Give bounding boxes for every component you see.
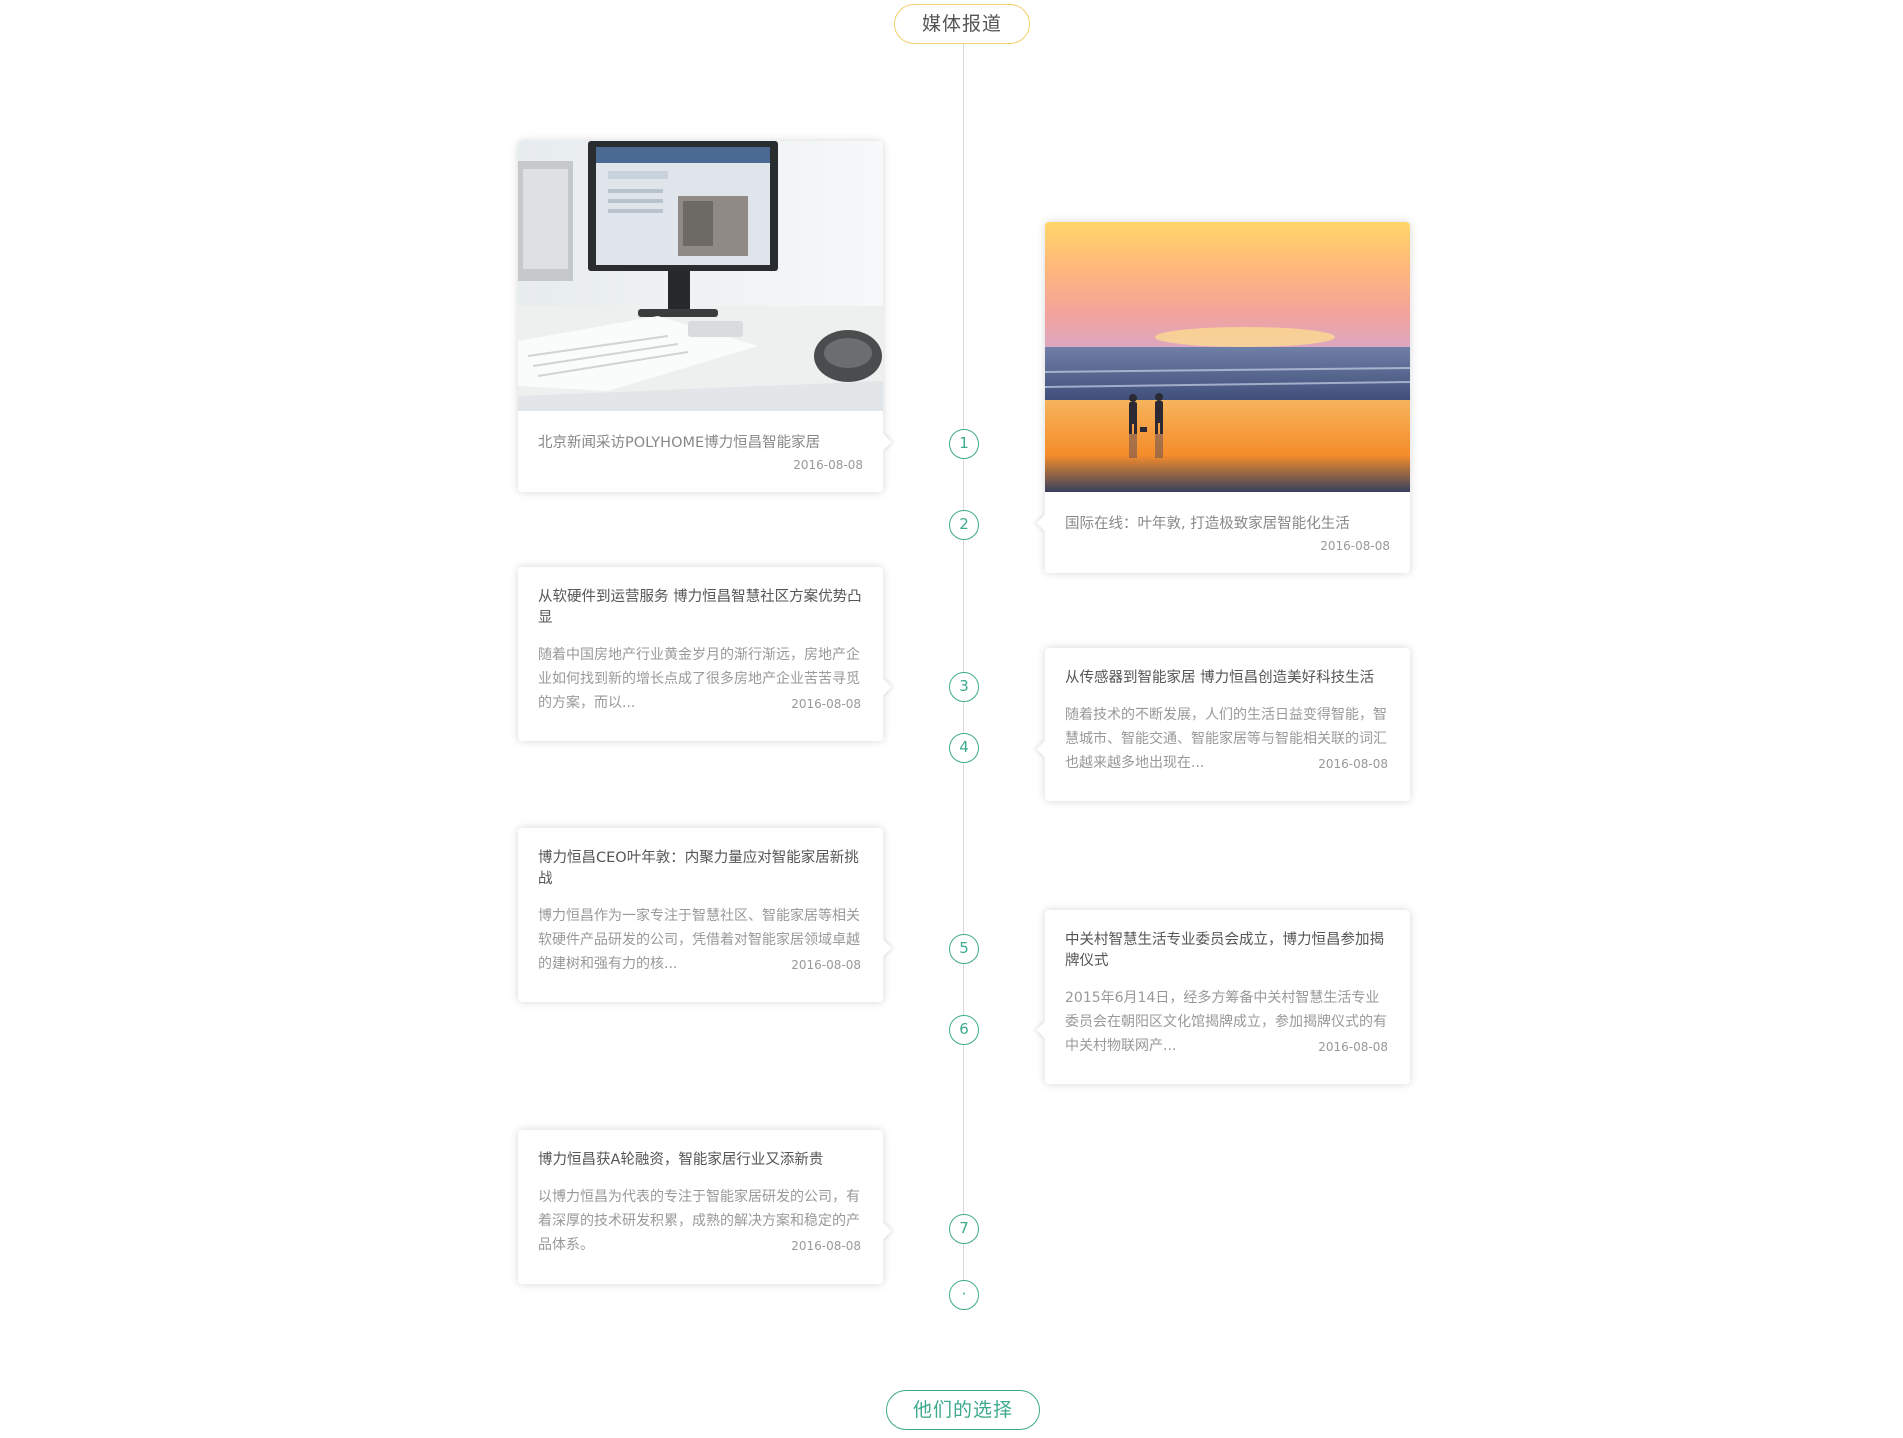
timeline-marker-7[interactable]: 7 xyxy=(949,1214,979,1244)
article-title[interactable]: 国际在线：叶年敦, 打造极致家居智能化生活 xyxy=(1065,514,1390,535)
article-date: 2016-08-08 xyxy=(1320,539,1390,553)
article-title[interactable]: 博力恒昌CEO叶年敦：内聚力量应对智能家居新挑战 xyxy=(538,848,863,890)
timeline-marker-end[interactable]: · xyxy=(949,1280,979,1310)
article-title[interactable]: 博力恒昌获A轮融资，智能家居行业又添新贵 xyxy=(538,1150,863,1171)
article-card-2[interactable]: 国际在线：叶年敦, 打造极致家居智能化生活 2016-08-08 xyxy=(1045,222,1410,573)
article-date: 2016-08-08 xyxy=(1318,1040,1388,1054)
article-card-3[interactable]: 从软硬件到运营服务 博力恒昌智慧社区方案优势凸显 随着中国房地产行业黄金岁月的渐… xyxy=(518,567,883,741)
article-card-4[interactable]: 从传感器到智能家居 博力恒昌创造美好科技生活 随着技术的不断发展，人们的生活日益… xyxy=(1045,648,1410,801)
timeline-marker-2[interactable]: 2 xyxy=(949,510,979,540)
article-date: 2016-08-08 xyxy=(791,1239,861,1253)
article-date: 2016-08-08 xyxy=(791,697,861,711)
article-card-1[interactable]: 北京新闻采访POLYHOME博力恒昌智能家居 2016-08-08 xyxy=(518,141,883,492)
article-date: 2016-08-08 xyxy=(791,958,861,972)
timeline-marker-6[interactable]: 6 xyxy=(949,1015,979,1045)
timeline-marker-3[interactable]: 3 xyxy=(949,672,979,702)
article-title[interactable]: 从软硬件到运营服务 博力恒昌智慧社区方案优势凸显 xyxy=(538,587,863,629)
section-title-media-reports: 媒体报道 xyxy=(894,4,1030,44)
article-title[interactable]: 从传感器到智能家居 博力恒昌创造美好科技生活 xyxy=(1065,668,1390,689)
article-card-7[interactable]: 博力恒昌获A轮融资，智能家居行业又添新贵 以博力恒昌为代表的专注于智能家居研发的… xyxy=(518,1130,883,1284)
article-date: 2016-08-08 xyxy=(793,458,863,472)
their-choice-button[interactable]: 他们的选择 xyxy=(886,1390,1040,1430)
timeline-marker-5[interactable]: 5 xyxy=(949,934,979,964)
article-title[interactable]: 北京新闻采访POLYHOME博力恒昌智能家居 xyxy=(538,433,863,454)
timeline-line xyxy=(963,40,964,1295)
article-title[interactable]: 中关村智慧生活专业委员会成立，博力恒昌参加揭牌仪式 xyxy=(1065,930,1390,972)
beach-sunset-photo xyxy=(1045,222,1410,492)
timeline-marker-4[interactable]: 4 xyxy=(949,733,979,763)
timeline-marker-1[interactable]: 1 xyxy=(949,429,979,459)
office-desk-monitor-photo xyxy=(518,141,883,411)
article-card-6[interactable]: 中关村智慧生活专业委员会成立，博力恒昌参加揭牌仪式 2015年6月14日，经多方… xyxy=(1045,910,1410,1084)
article-card-5[interactable]: 博力恒昌CEO叶年敦：内聚力量应对智能家居新挑战 博力恒昌作为一家专注于智慧社区… xyxy=(518,828,883,1002)
article-date: 2016-08-08 xyxy=(1318,757,1388,771)
